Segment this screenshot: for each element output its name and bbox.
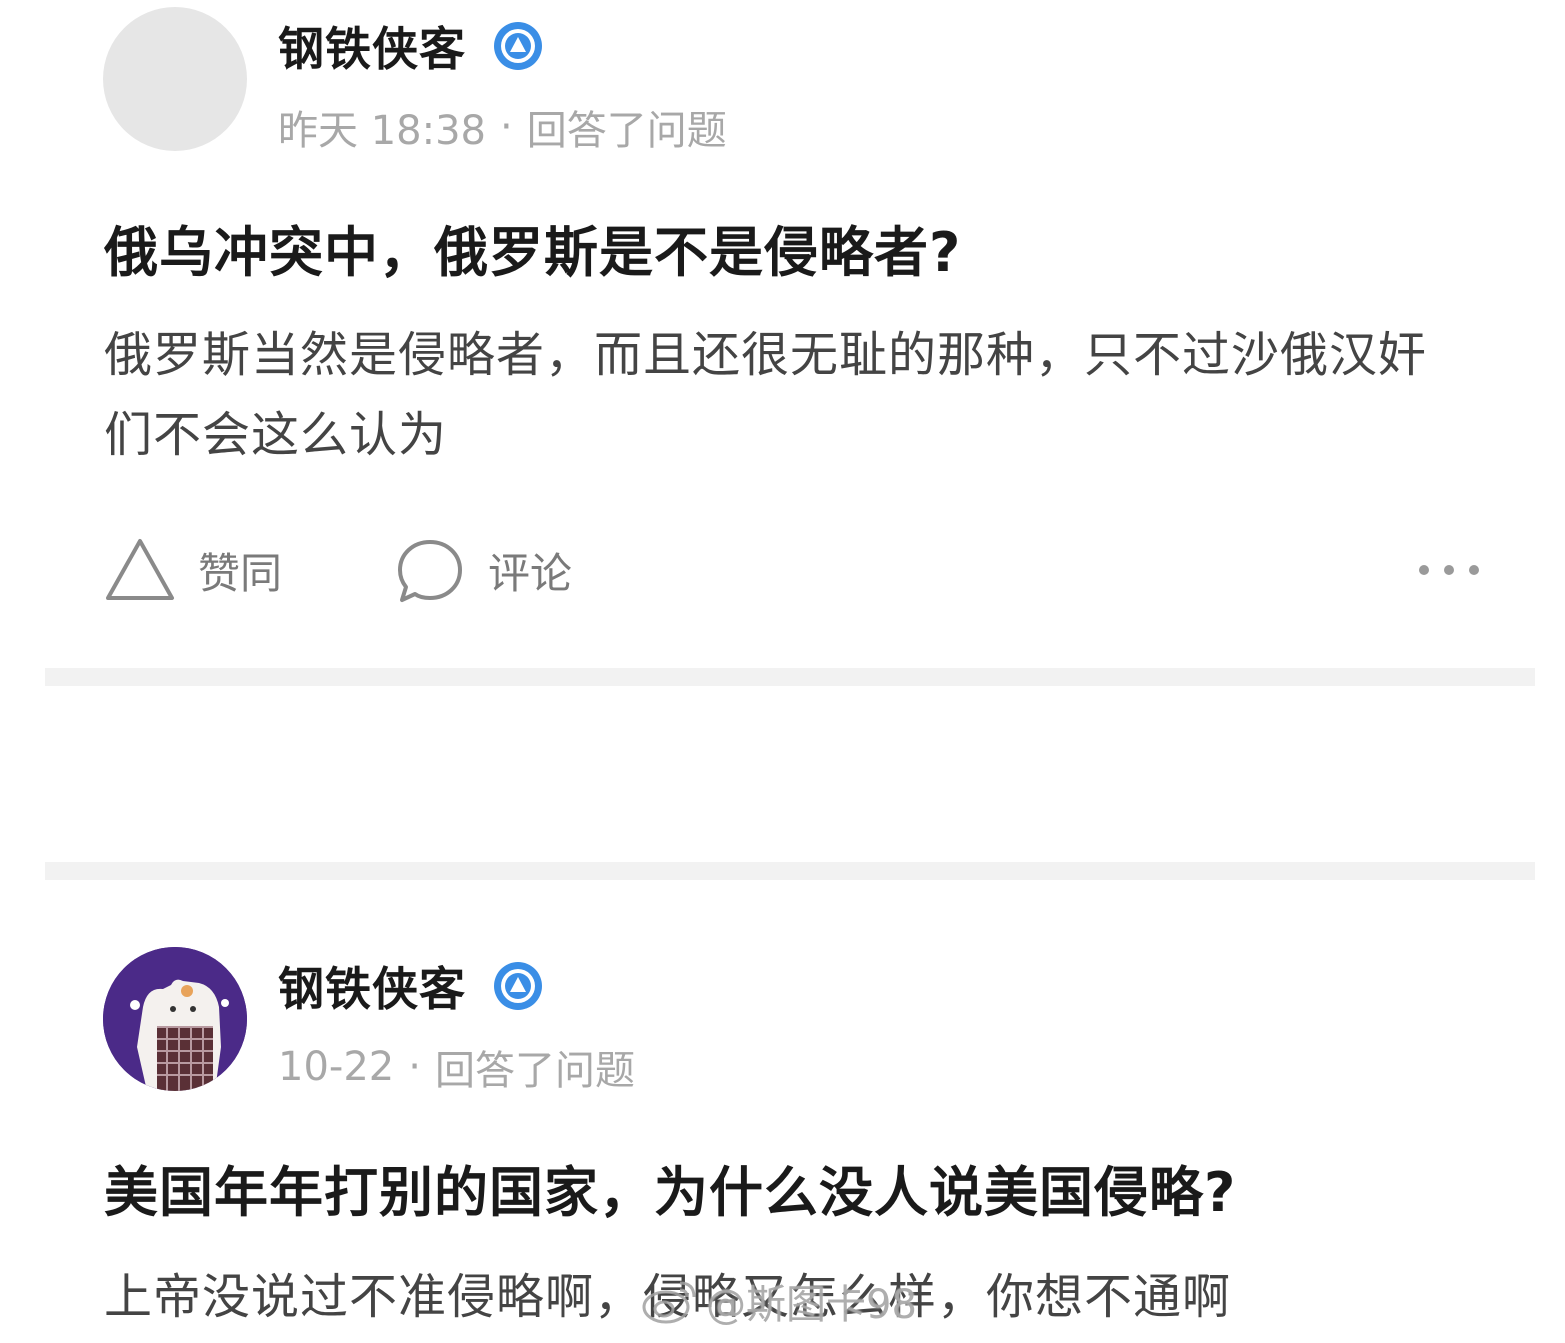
author-row: 钢铁侠客 — [278, 16, 544, 76]
meta-separator: · — [500, 104, 513, 150]
section-divider — [45, 668, 1535, 686]
triangle-upvote-icon — [106, 539, 174, 600]
meta-separator: · — [408, 1044, 421, 1090]
author-row: 钢铁侠客 — [278, 956, 544, 1016]
post-action: 回答了问题 — [526, 108, 727, 154]
post-meta: 昨天 18:38 · 回答了问题 — [278, 98, 727, 156]
speech-bubble-icon — [398, 540, 462, 602]
question-title[interactable]: 美国年年打别的国家，为什么没人说美国侵略? — [104, 1148, 1236, 1227]
post-time: 10-22 — [278, 1044, 395, 1090]
answer-text[interactable]: 俄罗斯当然是侵略者，而且还很无耻的那种，只不过沙俄汉奸们不会这么认为 — [104, 315, 1444, 475]
upvote-label: 赞同 — [198, 548, 283, 598]
question-title[interactable]: 俄乌冲突中，俄罗斯是不是侵略者? — [104, 208, 961, 287]
weibo-logo-icon — [642, 1281, 696, 1324]
post-time: 昨天 18:38 — [278, 108, 486, 154]
cartoon-character-icon — [103, 947, 247, 1091]
action-bar: 赞同 评论 — [104, 530, 1484, 610]
author-avatar[interactable] — [103, 7, 247, 151]
watermark: @斯图卡98 — [640, 1272, 917, 1330]
post-action: 回答了问题 — [434, 1048, 635, 1094]
ellipsis-icon[interactable] — [1414, 560, 1484, 580]
verified-badge-icon — [494, 962, 542, 1010]
author-name[interactable]: 钢铁侠客 — [278, 13, 466, 79]
watermark-text: @斯图卡98 — [706, 1282, 917, 1328]
comment-button[interactable]: 评论 — [394, 530, 572, 610]
post-meta: 10-22 · 回答了问题 — [278, 1038, 635, 1096]
author-name[interactable]: 钢铁侠客 — [278, 953, 466, 1019]
upvote-button[interactable]: 赞同 — [104, 530, 282, 610]
author-avatar[interactable] — [103, 947, 247, 1091]
section-divider — [45, 862, 1535, 880]
comment-label: 评论 — [488, 548, 573, 598]
verified-badge-icon — [494, 22, 542, 70]
answer-card: 钢铁侠客 昨天 18:38 · 回答了问题 俄乌冲突中，俄罗斯是不是侵略者? 俄… — [0, 0, 1565, 660]
